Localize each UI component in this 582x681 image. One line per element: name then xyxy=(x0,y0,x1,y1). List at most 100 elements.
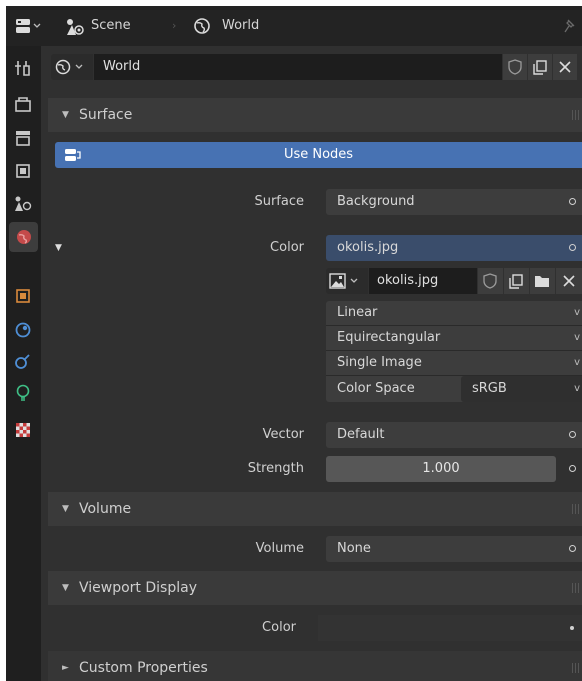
socket-link-icon[interactable] xyxy=(569,465,576,472)
socket-link-icon[interactable] xyxy=(569,431,576,438)
world-browse-button[interactable] xyxy=(51,54,93,80)
close-icon xyxy=(559,61,571,73)
panel-custom-properties-header[interactable]: ► Custom Properties xyxy=(48,651,582,681)
breadcrumb-separator: › xyxy=(172,19,177,32)
viewport-color-label: Color xyxy=(262,620,296,635)
panel-volume-header[interactable]: ▼ Volume xyxy=(48,492,582,526)
tab-texture[interactable] xyxy=(11,418,35,442)
chevron-down-icon: v xyxy=(574,383,580,394)
tab-render[interactable] xyxy=(11,93,35,117)
panel-viewport-display-title: Viewport Display xyxy=(79,580,197,596)
interpolation-value: Linear xyxy=(337,305,378,320)
image-open-button[interactable] xyxy=(530,268,555,294)
vector-input-field[interactable]: Default xyxy=(326,422,582,448)
chevron-down-icon: v xyxy=(574,357,580,368)
texture-checker-icon xyxy=(16,423,30,437)
tab-output[interactable] xyxy=(11,126,35,150)
image-unlink-button[interactable] xyxy=(556,268,582,294)
world-name-field[interactable]: World xyxy=(94,54,502,80)
editor-type-button[interactable] xyxy=(12,6,46,46)
source-dropdown[interactable]: Single Image v xyxy=(326,351,582,376)
tab-tool[interactable] xyxy=(11,56,35,80)
expand-triangle-icon: ► xyxy=(62,663,69,673)
tool-icon xyxy=(15,61,30,76)
socket-link-icon[interactable] xyxy=(569,198,576,205)
chevron-down-icon: v xyxy=(574,332,580,343)
color-label: Color xyxy=(270,240,304,255)
panel-custom-properties-title: Custom Properties xyxy=(79,660,208,676)
properties-editor: Scene › World World ▼ Surface Use Nodes … xyxy=(6,6,582,681)
chevron-down-icon xyxy=(33,23,41,28)
collapse-triangle-icon: ▼ xyxy=(62,110,69,120)
vector-input-value: Default xyxy=(337,427,385,442)
use-nodes-button[interactable]: Use Nodes xyxy=(55,142,582,168)
pin-icon xyxy=(564,19,575,33)
image-fake-user-button[interactable] xyxy=(478,268,503,294)
drag-handle-icon[interactable] xyxy=(572,663,580,673)
breadcrumb-scene-label: Scene xyxy=(91,18,131,33)
drag-handle-icon[interactable] xyxy=(572,583,580,593)
strength-slider[interactable]: 1.000 xyxy=(326,456,556,482)
output-icon xyxy=(16,131,30,146)
tab-constraints[interactable] xyxy=(11,349,35,373)
color-expand-toggle[interactable]: ▼ xyxy=(55,235,75,261)
socket-link-icon[interactable] xyxy=(569,244,576,251)
breadcrumb-world-label: World xyxy=(222,18,260,33)
header-bar: Scene › World xyxy=(6,6,582,46)
interpolation-dropdown[interactable]: Linear v xyxy=(326,301,582,326)
scene-icon xyxy=(15,196,32,211)
color-space-row: Color Space sRGB v xyxy=(326,376,582,402)
world-name-text: World xyxy=(103,59,141,74)
viewport-color-swatch[interactable] xyxy=(318,615,582,641)
pin-button[interactable] xyxy=(559,6,579,46)
drag-handle-icon[interactable] xyxy=(572,504,580,514)
image-browse-button[interactable] xyxy=(326,268,368,294)
unlink-button[interactable] xyxy=(553,54,577,80)
properties-editor-icon xyxy=(16,19,41,33)
shield-icon xyxy=(483,273,497,289)
color-space-value: sRGB xyxy=(472,381,507,396)
properties-tabs xyxy=(6,46,41,681)
world-datablock-row: World xyxy=(51,54,582,80)
properties-content: World ▼ Surface Use Nodes Surface Backgr… xyxy=(41,46,582,681)
chevron-down-icon xyxy=(350,278,358,283)
volume-shader-field[interactable]: None xyxy=(326,536,582,562)
color-input-field[interactable]: okolis.jpg xyxy=(326,235,582,261)
volume-shader-value: None xyxy=(337,541,371,556)
socket-link-icon[interactable] xyxy=(569,545,576,552)
color-space-dropdown[interactable]: sRGB v xyxy=(461,376,582,402)
use-nodes-label: Use Nodes xyxy=(283,147,354,162)
tab-view-layer[interactable] xyxy=(11,159,35,183)
duplicate-button[interactable] xyxy=(528,54,552,80)
color-space-label: Color Space xyxy=(337,381,415,396)
world-icon xyxy=(16,230,31,244)
world-icon xyxy=(55,59,83,75)
socket-dot-icon xyxy=(570,626,574,630)
world-icon xyxy=(194,18,210,34)
tab-object[interactable] xyxy=(11,284,35,308)
tab-scene[interactable] xyxy=(11,192,35,216)
tab-world[interactable] xyxy=(9,222,38,252)
breadcrumb-scene[interactable]: Scene xyxy=(64,6,174,46)
folder-icon xyxy=(535,276,549,287)
render-icon xyxy=(15,97,31,112)
image-name-field[interactable]: okolis.jpg xyxy=(369,268,477,294)
physics-icon xyxy=(15,322,31,338)
panel-surface-header[interactable]: ▼ Surface xyxy=(48,98,582,132)
color-input-value: okolis.jpg xyxy=(337,240,399,255)
breadcrumb-world[interactable]: World xyxy=(192,6,282,46)
tab-object-data[interactable] xyxy=(11,381,35,405)
source-value: Single Image xyxy=(337,355,422,370)
drag-handle-icon[interactable] xyxy=(572,110,580,120)
chevron-down-icon: v xyxy=(574,307,580,318)
fake-user-button[interactable] xyxy=(503,54,527,80)
tab-physics[interactable] xyxy=(11,318,35,342)
projection-dropdown[interactable]: Equirectangular v xyxy=(326,326,582,351)
surface-shader-field[interactable]: Background xyxy=(326,189,582,215)
panel-viewport-display-header[interactable]: ▼ Viewport Display xyxy=(48,571,582,605)
view-layer-icon xyxy=(16,164,30,178)
vector-label: Vector xyxy=(262,427,304,442)
image-duplicate-button[interactable] xyxy=(504,268,529,294)
collapse-triangle-icon: ▼ xyxy=(62,583,69,593)
close-icon xyxy=(563,275,575,287)
